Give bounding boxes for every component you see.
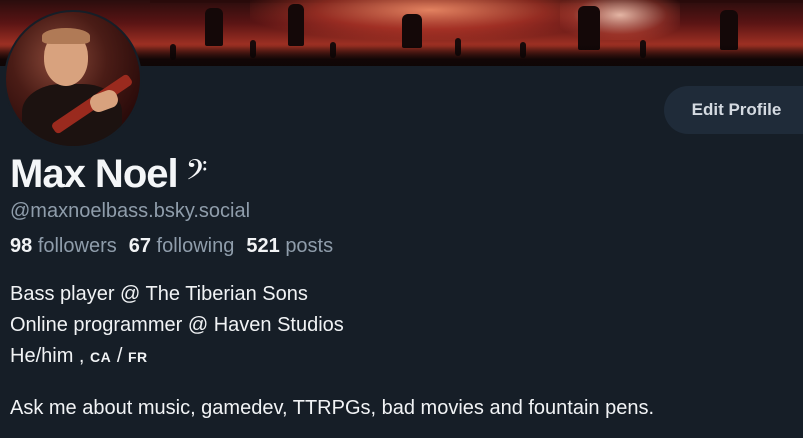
posts-stat: 521 posts xyxy=(246,235,333,258)
profile-page: Edit Profile Max Noel 𝄢 @maxnoelbass.bsk… xyxy=(0,0,803,438)
edit-profile-button[interactable]: Edit Profile xyxy=(664,86,803,134)
bio-line-4: Ask me about music, gamedev, TTRPGs, bad… xyxy=(10,397,655,419)
followers-label: followers xyxy=(37,235,117,257)
following-count: 67 xyxy=(128,235,151,257)
bio-line-2: Online programmer @ Haven Studios xyxy=(10,314,344,336)
display-name-row: Max Noel 𝄢 xyxy=(10,148,207,200)
flag-separator: / xyxy=(116,345,123,367)
followers-link[interactable]: 98 followers xyxy=(10,235,117,258)
following-link[interactable]: 67 following xyxy=(129,235,235,258)
bio-line-1: Bass player @ The Tiberian Sons xyxy=(10,283,308,305)
profile-stats: 98 followers 67 following 521 posts xyxy=(10,235,333,258)
pronouns-text: He/him , xyxy=(10,345,85,367)
posts-label: posts xyxy=(285,235,334,257)
canada-flag: CA xyxy=(90,349,112,365)
posts-count: 521 xyxy=(246,235,280,257)
profile-handle: @maxnoelbass.bsky.social xyxy=(10,200,251,222)
avatar[interactable] xyxy=(4,10,142,148)
display-name: Max Noel xyxy=(10,152,179,196)
france-flag: FR xyxy=(127,349,148,365)
profile-bio: Bass player @ The Tiberian Sons Online p… xyxy=(10,279,344,373)
bass-clef-icon: 𝄢 xyxy=(185,154,208,194)
followers-count: 98 xyxy=(10,235,33,257)
bio-line-3: He/him , CA / FR xyxy=(10,341,344,373)
following-label: following xyxy=(156,235,235,257)
